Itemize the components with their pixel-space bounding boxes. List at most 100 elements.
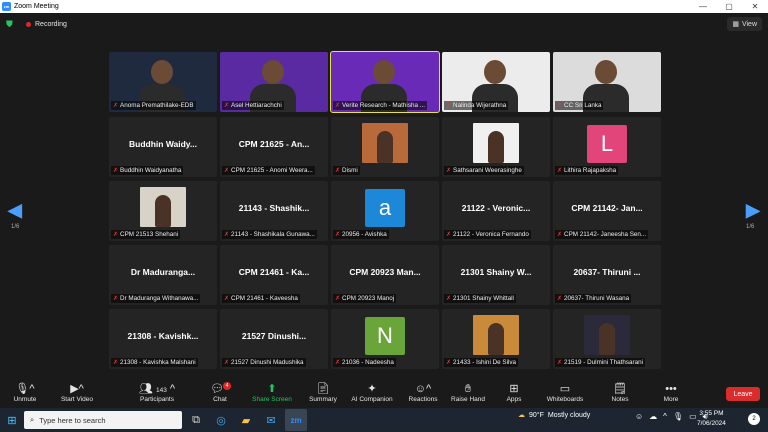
participant-name: 20956 - Avishka <box>342 231 387 238</box>
participant-tile[interactable]: a ✗ 20956 - Avishka <box>331 181 439 241</box>
participant-name: 20637- Thiruni Wasana <box>564 295 630 302</box>
edge-browser-icon[interactable]: ◎ <box>210 409 232 431</box>
participant-tile[interactable]: Dr Maduranga... ✗ Dr Maduranga Withanawa..… <box>109 245 217 305</box>
participant-tile[interactable]: CPM 21461 - Ka... ✗ CPM 21461 - Kaveesha <box>220 245 328 305</box>
mic-icon[interactable]: 🎙︎ <box>673 412 683 422</box>
mic-muted-icon: ✗ <box>557 103 563 109</box>
participants-label: Participants <box>140 396 174 403</box>
summary-icon: 📄︎ <box>316 383 330 395</box>
participant-tile[interactable]: 21308 - Kavishk... ✗ 21308 - Kavishka Mals… <box>109 309 217 369</box>
participant-name-label: ✗ Buddhin Waidyanatha <box>111 166 184 175</box>
ai-companion-label: AI Companion <box>351 396 393 403</box>
mic-muted-icon: ✗ <box>446 103 452 109</box>
gallery-grid: ✗ Anoma Premathilake-EDB ✗ Asel Hettiarachc… <box>0 0 768 380</box>
apps-button[interactable]: ⊞ Apps <box>489 382 539 403</box>
mic-muted-icon: ✗ <box>557 232 563 238</box>
mic-muted-icon: ✗ <box>557 296 563 302</box>
leave-button[interactable]: Leave <box>726 387 760 401</box>
reactions-button[interactable]: ☺^ Reactions <box>398 382 448 403</box>
windows-start-icon[interactable]: ⊞ <box>0 408 24 432</box>
participant-tile[interactable]: CPM 20923 Man... ✗ CPM 20923 Manoj <box>331 245 439 305</box>
taskbar-clock[interactable]: 3:55 PM 7/06/2024 <box>697 409 726 429</box>
participant-tile[interactable]: 21122 - Veronic... ✗ 21122 - Veronica Fern… <box>442 181 550 241</box>
summary-button[interactable]: 📄︎ Summary <box>298 382 348 403</box>
participant-tile[interactable]: 21301 Shainy W... ✗ 21301 Shainy Whittall <box>442 245 550 305</box>
whiteboard-icon: ▭ <box>559 383 571 395</box>
participant-display-name: 20637- Thiruni ... <box>573 267 641 277</box>
participant-tile[interactable]: ✗ Nalinda Wijerathna <box>442 52 550 112</box>
network-icon[interactable]: ▭ <box>689 412 697 422</box>
zoom-taskbar-icon[interactable]: zm <box>285 409 307 431</box>
participant-tile[interactable]: L ✗ Lithira Rajapaksha <box>553 117 661 177</box>
participants-button[interactable]: 👥︎ 143 ^ Participants <box>132 382 182 403</box>
participant-display-name: 21301 Shainy W... <box>460 267 532 277</box>
participant-name-label: ✗ Verite Research - Mathisha ... <box>333 101 427 110</box>
participant-tile[interactable]: ✗ Dismi <box>331 117 439 177</box>
participant-name-label: ✗ 21122 - Veronica Fernando <box>444 230 531 239</box>
ai-companion-button[interactable]: ✦ AI Companion <box>344 382 400 403</box>
taskbar-search-input[interactable]: ⌕ Type here to search <box>24 411 182 429</box>
participant-tile[interactable]: N ✗ 21036 - Nadeesha <box>331 309 439 369</box>
meeting-toolbar: 🎙︎^ Unmute ▶︎^ Start Video 👥︎ 143 ^ Part… <box>0 380 768 408</box>
participant-tile[interactable]: ✗ 21433 - Ishini De Silva <box>442 309 550 369</box>
raise-hand-button[interactable]: ✋︎ Raise Hand <box>443 382 493 403</box>
participant-name-label: ✗ CPM 21461 - Kaveesha <box>222 294 300 303</box>
more-label: More <box>663 396 679 403</box>
cloud-icon[interactable]: ☁ <box>649 412 657 422</box>
participant-tile[interactable]: 21143 - Shashik... ✗ 21143 - Shashikala Gu… <box>220 181 328 241</box>
unmute-label: Unmute <box>13 396 37 403</box>
profile-photo-figure <box>155 195 171 227</box>
participant-tile[interactable]: ✗ 21519 - Dulmini Thathsarani <box>553 309 661 369</box>
participant-name-label: ✗ 21527 Dinushi Madushika <box>222 358 306 367</box>
participant-silhouette <box>151 60 173 84</box>
participant-name: 21122 - Veronica Fernando <box>453 231 529 238</box>
participant-display-name: Buddhin Waidy... <box>129 139 197 149</box>
participant-name: Asel Hettiarachchi <box>231 102 282 109</box>
file-explorer-icon[interactable]: ▰ <box>235 409 257 431</box>
start-video-button[interactable]: ▶︎^ Start Video <box>52 382 102 403</box>
participant-tile[interactable]: CPM 21142- Jan... ✗ CPM 21142- Janeesha Se… <box>553 181 661 241</box>
participant-tile[interactable]: ✗ Anoma Premathilake-EDB <box>109 52 217 112</box>
mic-muted-icon: ✗ <box>446 232 452 238</box>
task-view-icon[interactable]: ⧉ <box>185 409 207 431</box>
mic-muted-icon: ✗ <box>113 360 119 366</box>
participant-tile[interactable]: CPM 21625 - An... ✗ CPM 21625 - Anomi Weer… <box>220 117 328 177</box>
participant-tile[interactable]: ✗ CC Sri Lanka <box>553 52 661 112</box>
weather-desc: Mostly cloudy <box>547 411 591 419</box>
participant-tile[interactable]: Buddhin Waidy... ✗ Buddhin Waidyanatha <box>109 117 217 177</box>
participant-name: 21519 - Dulmini Thathsarani <box>564 359 644 366</box>
weather-widget[interactable]: ☁ 90°F Mostly cloudy <box>518 411 591 420</box>
participant-name-label: ✗ 21301 Shainy Whittall <box>444 294 516 303</box>
whiteboards-button[interactable]: ▭ Whiteboards <box>540 382 590 403</box>
participant-tile[interactable]: ✗ Asel Hettiarachchi <box>220 52 328 112</box>
participant-name: 21433 - Ishini De Silva <box>453 359 517 366</box>
more-dots-icon: ••• <box>665 383 677 395</box>
avatar-initial: L <box>587 125 627 163</box>
mail-icon[interactable]: ✉ <box>260 409 282 431</box>
notes-button[interactable]: 🗒︎ Notes <box>595 382 645 403</box>
search-placeholder: Type here to search <box>39 415 106 425</box>
more-button[interactable]: ••• More <box>646 382 696 403</box>
mic-muted-icon: ✗ <box>113 168 119 174</box>
participant-tile[interactable]: 21527 Dinushi... ✗ 21527 Dinushi Madushika <box>220 309 328 369</box>
mic-muted-icon: ✗ <box>224 103 230 109</box>
chat-badge: 4 <box>223 382 231 390</box>
participant-tile[interactable]: ✗ Verite Research - Mathisha ... <box>330 51 440 113</box>
participant-tile[interactable]: ✗ CPM 21513 Shehani <box>109 181 217 241</box>
participant-tile[interactable]: ✗ Sathsarani Weerasinghe <box>442 117 550 177</box>
people-icon[interactable]: ☺ <box>635 412 643 422</box>
participant-name-label: ✗ CPM 21625 - Anomi Weera... <box>222 166 315 175</box>
participant-name: CPM 21142- Janeesha Sen... <box>564 231 647 238</box>
share-screen-button[interactable]: ⬆ Share Screen <box>247 382 297 403</box>
mic-muted-icon: ✗ <box>335 168 341 174</box>
chevron-up-icon[interactable]: ^ <box>663 412 667 422</box>
profile-photo-figure <box>488 131 504 163</box>
participant-name-label: ✗ Sathsarani Weerasinghe <box>444 166 524 175</box>
unmute-button[interactable]: 🎙︎^ Unmute <box>0 382 50 403</box>
chat-button[interactable]: 4 💬︎^ Chat <box>195 382 245 403</box>
notification-center-icon[interactable]: 2 <box>748 413 760 425</box>
participant-tile[interactable]: 20637- Thiruni ... ✗ 20637- Thiruni Wasana <box>553 245 661 305</box>
participant-name-label: ✗ CC Sri Lanka <box>555 101 604 110</box>
notes-label: Notes <box>611 396 629 403</box>
participant-display-name: 21122 - Veronic... <box>461 203 531 213</box>
